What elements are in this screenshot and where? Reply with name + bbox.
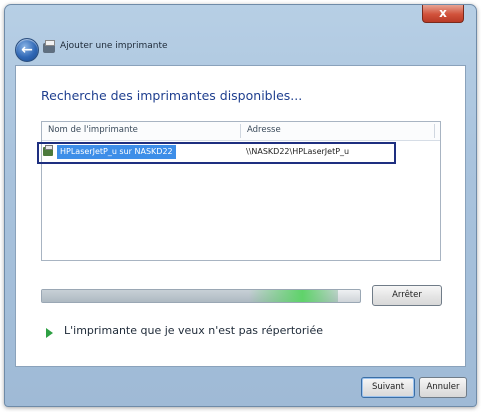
- printer-icon: [43, 40, 55, 53]
- wizard-nav-bar: ← Ajouter une imprimante: [5, 33, 476, 65]
- close-button[interactable]: x: [422, 5, 464, 23]
- printer-list[interactable]: Nom de l'imprimante Adresse HPLaserJetP_…: [37, 121, 441, 261]
- printer-name-cell: HPLaserJetP_u sur NASKD22: [57, 145, 176, 159]
- next-button[interactable]: Suivant: [361, 377, 415, 398]
- column-header-address[interactable]: Adresse: [247, 125, 281, 135]
- page-heading: Recherche des imprimantes disponibles...: [41, 88, 303, 103]
- printer-icon: [43, 145, 53, 156]
- list-header: Nom de l'imprimante Adresse: [42, 122, 440, 141]
- printer-address-cell: \\NASKD22\HPLaserJetP_u: [246, 147, 350, 156]
- table-row[interactable]: HPLaserJetP_u sur NASKD22 \\NASKD22\HPLa…: [37, 142, 396, 164]
- search-progress-bar: [41, 289, 361, 303]
- column-divider: [240, 124, 241, 138]
- wizard-title: Ajouter une imprimante: [60, 41, 168, 51]
- cancel-button[interactable]: Annuler: [419, 377, 467, 398]
- green-arrow-icon: [46, 328, 53, 338]
- back-button[interactable]: ←: [15, 38, 39, 62]
- column-header-name[interactable]: Nom de l'imprimante: [48, 125, 138, 135]
- wizard-content: Recherche des imprimantes disponibles...…: [15, 65, 466, 367]
- progress-glow: [248, 290, 338, 302]
- back-arrow-icon: ←: [21, 42, 33, 58]
- column-divider: [434, 124, 435, 138]
- close-icon: x: [439, 6, 447, 20]
- stop-button[interactable]: Arrêter: [372, 285, 442, 306]
- wizard-window: x ← Ajouter une imprimante Recherche des…: [4, 4, 477, 407]
- printer-not-listed-link[interactable]: L'imprimante que je veux n'est pas réper…: [64, 324, 323, 337]
